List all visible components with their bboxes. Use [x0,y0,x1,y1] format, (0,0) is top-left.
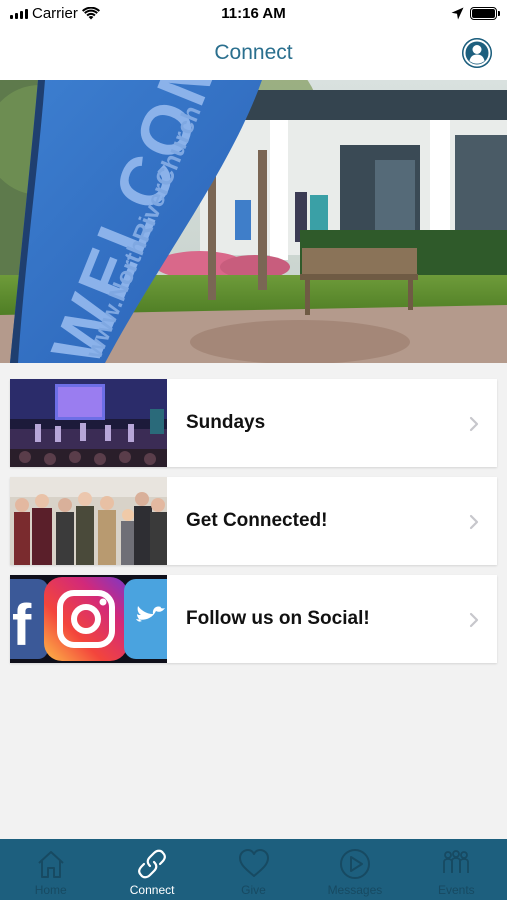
tab-events[interactable]: Events [406,839,507,900]
status-bar: Carrier 11:16 AM [0,0,507,26]
card-get-connected[interactable]: Get Connected! [10,477,497,565]
home-icon [38,851,64,878]
tab-label: Connect [129,883,175,897]
tab-label: Messages [327,883,383,897]
tab-label: Home [34,883,67,897]
navigation-bar: Connect [0,26,507,80]
card-label: Get Connected! [186,510,328,531]
heart-icon [238,849,269,877]
status-right [451,6,500,20]
hero-image: WELCOME www.NorthRiverChurch [0,80,507,363]
get-connected-thumbnail [10,477,167,565]
card-sundays[interactable]: Sundays [10,379,497,467]
play-circle-icon [339,849,370,879]
tab-label: Give [241,883,266,897]
sundays-thumbnail [10,379,167,467]
hero-photo: WELCOME www.NorthRiverChurch [0,80,507,363]
instagram-icon [44,577,128,661]
tab-messages[interactable]: Messages [304,839,405,900]
wifi-icon [81,6,100,19]
carrier-label: Carrier [32,4,78,22]
chevron-right-icon [469,514,479,530]
tab-give[interactable]: Give [203,839,304,900]
card-label: Follow us on Social! [186,608,370,629]
chevron-right-icon [469,416,479,432]
card-follow-social[interactable]: f Follow us on Social! [10,575,497,663]
battery-icon [470,6,500,20]
people-icon [443,850,470,873]
card-label: Sundays [186,412,266,433]
page-title: Connect [214,41,293,64]
social-thumbnail: f [10,575,167,663]
status-left: Carrier [10,5,100,22]
link-icon [138,849,167,879]
tab-connect[interactable]: Connect [101,839,202,900]
location-arrow-icon [451,7,464,19]
tab-label: Events [437,883,475,897]
user-icon [462,38,492,68]
signal-icon [10,7,28,19]
svg-text:f: f [12,593,32,658]
profile-button[interactable] [462,38,492,68]
chevron-right-icon [469,612,479,628]
tab-home[interactable]: Home [0,839,101,900]
card-list: Sundays Get Connected! f Follow us on So… [10,379,497,673]
tab-bar: Home Connect Give Messages Events [0,839,507,900]
